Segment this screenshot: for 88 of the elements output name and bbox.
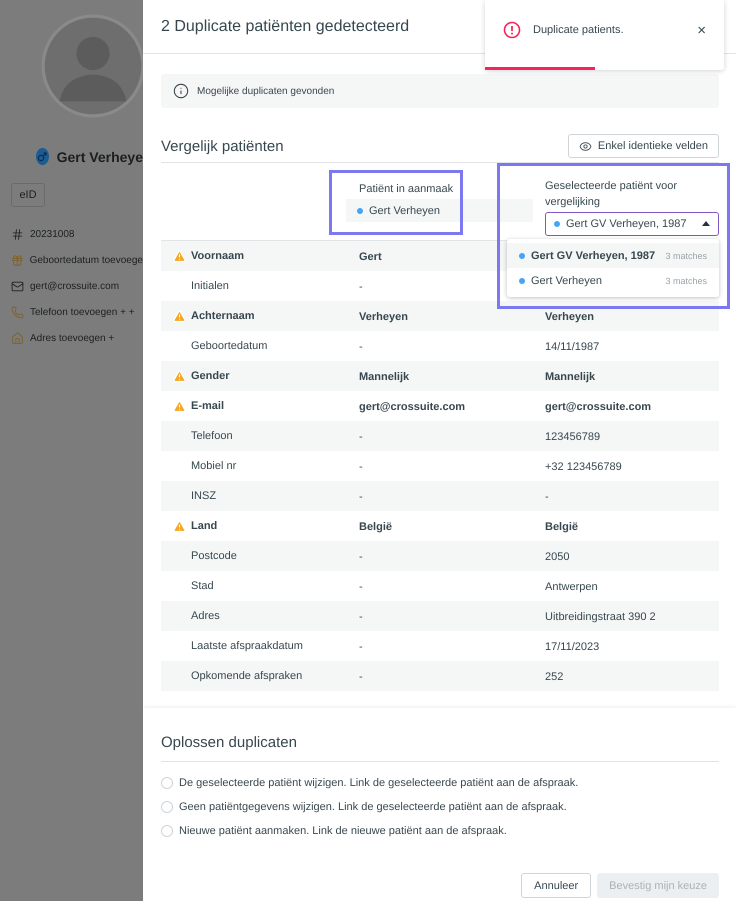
table-cell: 123456789 [545, 431, 600, 443]
profile-detail[interactable]: Geboortedatum toevoege [30, 255, 143, 266]
mail-icon [11, 280, 24, 293]
caret-icon [702, 221, 710, 226]
field-label: Stad [191, 580, 214, 592]
field-label: Achternaam [191, 310, 255, 322]
warning-icon [173, 310, 186, 322]
field-label: Voornaam [191, 250, 244, 262]
field-label: Laatste afspraakdatum [191, 640, 303, 652]
profile-detail: gert@crossuite.com [30, 281, 120, 292]
table-cell: +32 123456789 [545, 461, 622, 473]
patient-chip: Gert Verheyen [346, 199, 533, 222]
radio-button[interactable] [161, 825, 173, 837]
table-cell: 17/11/2023 [545, 641, 600, 653]
table-cell: Mannelijk [545, 371, 596, 383]
table-cell: Mannelijk [359, 371, 410, 383]
status-dot [554, 220, 560, 226]
info-icon [173, 83, 189, 99]
table-cell: Verheyen [359, 311, 408, 323]
status-dot [357, 208, 363, 214]
table-cell: België [545, 521, 578, 533]
eid-button[interactable]: eID [11, 183, 45, 207]
field-label: E-mail [191, 400, 224, 412]
option-label: De geselecteerde patiënt wijzigen. Link de geselecteerde patiënt aan de afspraak. [179, 777, 578, 789]
field-label: Geboortedatum [191, 340, 268, 352]
table-cell: gert@crossuite.com [545, 401, 652, 413]
table-cell: 2050 [545, 551, 570, 563]
table-cell: - [359, 281, 363, 293]
field-label: Land [191, 520, 218, 532]
radio-button[interactable] [161, 801, 173, 813]
field-label: Mobiel nr [191, 460, 236, 472]
table-cell: - [359, 641, 363, 653]
table-cell: - [359, 341, 363, 353]
table-cell: 14/11/1987 [545, 341, 600, 353]
column-heading: Patiënt in aanmaak [359, 182, 454, 197]
male-icon [36, 148, 49, 165]
field-label: INSZ [191, 490, 216, 502]
dialog-title: 2 Duplicate patiënten gedetecteerd [161, 18, 410, 36]
option-label: Geen patiëntgegevens wijzigen. Link de geselecteerde patiënt aan de afspraak. [179, 801, 567, 813]
toast-message: Duplicate patients. [533, 24, 624, 36]
warning-icon [173, 400, 186, 412]
table-cell: - [359, 431, 363, 443]
field-label: Telefoon [191, 430, 233, 442]
dropdown-option[interactable]: Gert GV Verheyen, 1987 3 matches [507, 243, 719, 268]
table-cell: België [359, 521, 392, 533]
table-cell: - [359, 551, 363, 563]
warning-icon [173, 520, 186, 532]
table-cell: Antwerpen [545, 581, 598, 593]
radio-button[interactable] [161, 777, 173, 789]
table-cell: - [359, 611, 363, 623]
column-heading: Geselecteerde patiënt voor vergelijking [545, 178, 678, 210]
cancel-button[interactable]: Annuleer [521, 873, 592, 898]
house-icon [11, 332, 24, 345]
section-title: Oplossen duplicaten [161, 734, 298, 751]
warning-icon [173, 250, 186, 262]
field-label: Postcode [191, 550, 237, 562]
field-label: Initialen [191, 280, 229, 292]
table-cell: - [359, 461, 363, 473]
identical-fields-button[interactable]: Enkel identieke velden [568, 134, 719, 158]
option-label: Nieuwe patiënt aanmaken. Link de nieuwe patiënt aan de afspraak. [179, 825, 507, 837]
alert-icon [503, 21, 521, 39]
table-cell: - [359, 491, 363, 503]
table-cell: Gert [359, 251, 382, 263]
phone-icon [11, 306, 24, 319]
table-cell: 252 [545, 671, 564, 683]
field-label: Adres [191, 610, 220, 622]
table-cell: gert@crossuite.com [359, 401, 466, 413]
table-cell: Uitbreidingstraat 390 2 [545, 611, 656, 623]
field-label: Gender [191, 370, 230, 382]
table-cell: - [359, 581, 363, 593]
dropdown-option[interactable]: Gert Verheyen 3 matches [507, 268, 719, 293]
patient-select[interactable]: Gert GV Verheyen, 1987 [545, 212, 719, 236]
info-text: Mogelijke duplicaten gevonden [197, 86, 334, 96]
section-title: Vergelijk patiënten [161, 138, 284, 154]
eye-icon [578, 140, 592, 152]
table-cell: Verheyen [545, 311, 594, 323]
hash-icon [11, 228, 24, 241]
patient-name: Gert Verheye [56, 148, 143, 164]
profile-detail: 20231008 [30, 229, 74, 240]
avatar-icon [41, 14, 143, 118]
field-label: Opkomende afspraken [191, 670, 302, 682]
gift-icon [11, 254, 24, 267]
table-cell: - [359, 671, 363, 683]
profile-detail[interactable]: Adres toevoegen + [30, 333, 114, 344]
close-button[interactable]: × [697, 22, 706, 38]
table-cell: - [545, 491, 549, 503]
warning-icon [173, 370, 186, 382]
profile-detail[interactable]: Telefoon toevoegen + + [30, 307, 135, 318]
